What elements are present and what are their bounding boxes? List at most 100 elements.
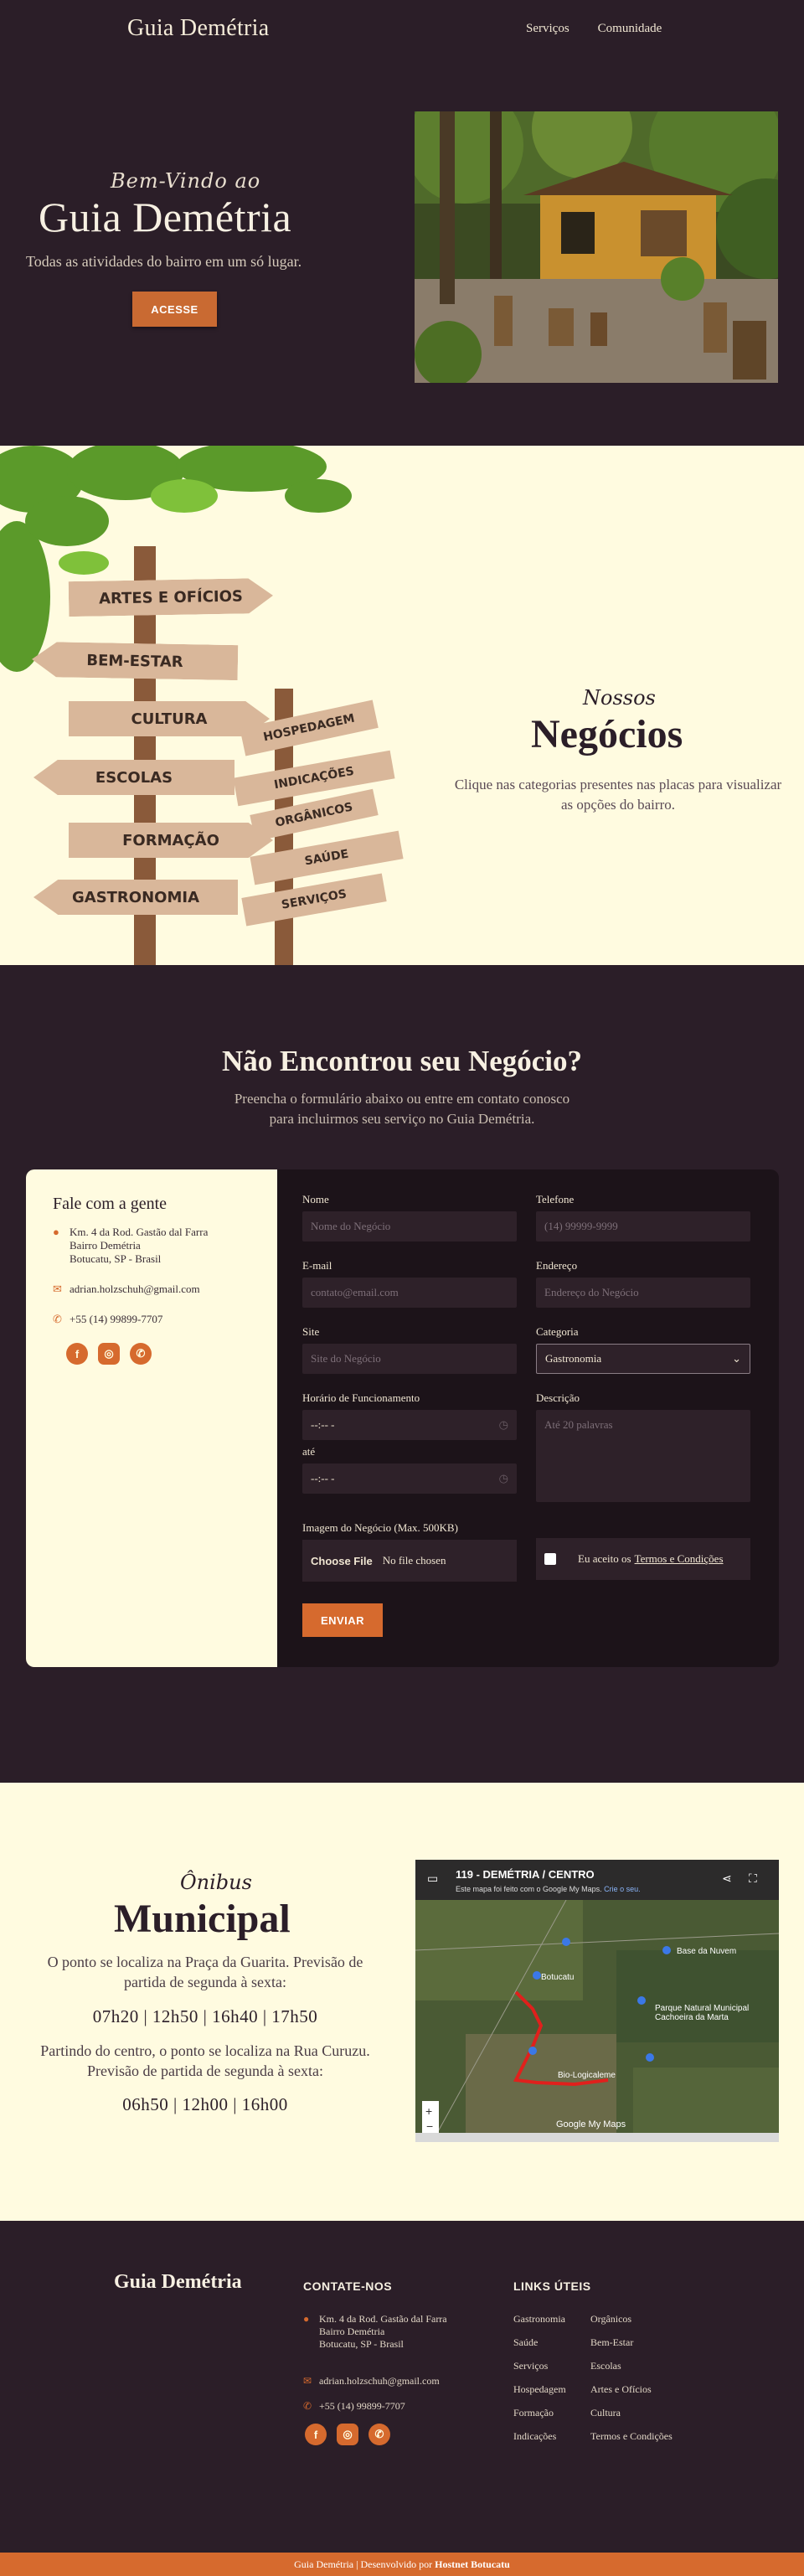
acesse-button[interactable]: ACESSE [132,292,217,327]
bus-times2: 06h50 | 12h00 | 16h00 [122,2094,288,2114]
site-input[interactable]: Site do Negócio [302,1344,517,1374]
footer-link[interactable]: Indicações [513,2430,556,2443]
sign-escolas[interactable]: ESCOLAS [34,760,234,795]
footer-links-title: LINKS ÚTEIS [513,2279,591,2293]
fullscreen-icon[interactable]: ⛶ [749,1871,757,1886]
facebook-icon[interactable]: f [305,2424,327,2445]
address-line: Km. 4 da Rod. Gastão dal Farra [70,1226,209,1238]
hero-title: Guia Demétria [39,194,292,240]
brand-logo[interactable]: Guia Demétria [127,15,270,42]
bus-times1: 07h20 | 12h50 | 16h40 | 17h50 [92,2006,318,2026]
nav-servicos[interactable]: Serviços [526,22,570,36]
enviar-button[interactable]: ENVIAR [302,1603,383,1637]
categoria-select[interactable]: Gastronomia ⌄ [536,1344,750,1374]
clock-icon[interactable]: ◷ [499,1472,508,1485]
telefone-input[interactable]: (14) 99999-9999 [536,1211,750,1242]
developer-link[interactable]: Hostnet Botucatu [435,2558,510,2571]
footer-phone-text[interactable]: +55 (14) 99899-7707 [319,2400,405,2413]
form-section: Não Encontrou seu Negócio? Preencha o fo… [0,965,804,1783]
footer-link[interactable]: Orgânicos [590,2313,631,2326]
choose-file-button[interactable]: Choose File [311,1555,373,1567]
footer-link[interactable]: Hospedagem [513,2383,566,2396]
email-text[interactable]: adrian.holzschuh@gmail.com [70,1283,200,1296]
footer-link[interactable]: Bem-Estar [590,2336,633,2349]
bus-route-map[interactable]: ▭ 119 - DEMÉTRIA / CENTRO Este mapa foi … [415,1860,779,2142]
time-start-input[interactable]: --:-- - ◷ [302,1410,517,1440]
map-title: 119 - DEMÉTRIA / CENTRO [456,1868,595,1881]
endereco-input[interactable]: Endereço do Negócio [536,1278,750,1308]
whatsapp-icon[interactable]: ✆ [130,1343,152,1365]
descricao-label: Descrição [536,1391,580,1404]
bus-p1: O ponto se localiza na Praça da Guarita.… [47,1954,363,1990]
mail-icon: ✉ [53,1283,62,1295]
clock-icon[interactable]: ◷ [499,1418,508,1432]
horario-field: Horário de Funcionamento --:-- - ◷ até -… [302,1391,517,1494]
location-pin-icon: ● [53,1226,59,1238]
address-line: Botucatu, SP - Brasil [70,1252,162,1265]
footer-link[interactable]: Serviços [513,2360,548,2372]
site-header: Guia Demétria Serviços Comunidade [0,0,804,59]
time-end-value: --:-- - [311,1472,335,1484]
file-status: No file chosen [382,1554,446,1567]
map-label: Base da Nuvem [677,1947,737,1956]
sign-formacao[interactable]: FORMAÇÃO [69,823,273,858]
contact-panel: Fale com a gente ● Km. 4 da Rod. Gastão … [26,1169,277,1667]
site-label: Site [302,1325,320,1338]
mail-icon: ✉ [303,2375,312,2387]
footer-link[interactable]: Artes e Ofícios [590,2383,652,2396]
nav-comunidade[interactable]: Comunidade [598,22,662,36]
nome-input[interactable]: Nome do Negócio [302,1211,517,1242]
instagram-icon[interactable]: ◎ [337,2424,358,2445]
sign-artes[interactable]: ARTES E OFÍCIOS [69,578,274,617]
time-end-input[interactable]: --:-- - ◷ [302,1464,517,1494]
bus-title: Municipal [114,1897,291,1941]
email-input[interactable]: contato@email.com [302,1278,517,1308]
form-section-title: Não Encontrou seu Negócio? [221,1045,583,1077]
bus-section: Ônibus Municipal O ponto se localiza na … [0,1783,804,2221]
social-links: f ◎ ✆ [66,1343,250,1365]
sign-gastronomia[interactable]: GASTRONOMIA [34,880,238,915]
footer-link[interactable]: Saúde [513,2336,538,2349]
footer-link[interactable]: Cultura [590,2407,621,2419]
footer-email-text[interactable]: adrian.holzschuh@gmail.com [319,2375,440,2388]
descricao-textarea[interactable]: Até 20 palavras [536,1410,750,1502]
map-create-link[interactable]: Crie o seu. [604,1885,641,1893]
facebook-icon[interactable]: f [66,1343,88,1365]
sign-bem-estar[interactable]: BEM-ESTAR [32,642,239,680]
imagem-label: Imagem do Negócio (Max. 500KB) [302,1521,458,1534]
footer-link[interactable]: Gastronomia [513,2313,565,2326]
address: ● Km. 4 da Rod. Gastão dal Farra Bairro … [53,1226,250,1266]
whatsapp-icon[interactable]: ✆ [368,2424,390,2445]
contact-card: Fale com a gente ● Km. 4 da Rod. Gastão … [26,1169,779,1667]
file-input[interactable]: Choose File No file chosen [302,1540,517,1582]
bus-script: Ônibus [180,1871,252,1894]
footer-link[interactable]: Formação [513,2407,554,2419]
footer-brand[interactable]: Guia Demétria [114,2271,242,2294]
map-subtitle-text: Este mapa foi feito com o Google My Maps… [456,1885,602,1893]
instagram-icon[interactable]: ◎ [98,1343,120,1365]
terms-link[interactable]: Termos e Condições [635,1552,724,1566]
footer-link[interactable]: Escolas [590,2360,621,2372]
phone-text[interactable]: +55 (14) 99899-7707 [70,1313,162,1326]
nome-field: Nome Nome do Negócio [302,1193,517,1242]
zoom-out-button[interactable]: − [426,2119,433,2133]
address-line: Bairro Demétria [70,1239,141,1252]
hero-section: Bem-Vindo ao Guia Demétria Todas as ativ… [0,59,804,446]
negocios-title: Negócios [531,712,683,756]
endereco-field: Endereço Endereço do Negócio [536,1259,750,1308]
chevron-down-icon: ⌄ [732,1352,741,1365]
negocios-script: Nossos [583,686,656,710]
sidebar-toggle-icon[interactable]: ▭ [427,1871,438,1886]
footer-email: ✉ adrian.holzschuh@gmail.com [303,2375,440,2388]
endereco-label: Endereço [536,1259,578,1272]
horario-label: Horário de Funcionamento [302,1391,420,1404]
zoom-in-button[interactable]: + [425,2104,432,2118]
footer-link[interactable]: Termos e Condições [590,2430,673,2443]
terms-checkbox[interactable] [544,1553,556,1565]
imagem-field: Imagem do Negócio (Max. 500KB) Choose Fi… [302,1521,517,1582]
contact-title: Fale com a gente [53,1195,168,1213]
share-icon[interactable]: ⋖ [722,1871,732,1886]
phone-icon: ✆ [53,1313,62,1325]
nome-label: Nome [302,1193,329,1205]
hero-script: Bem-Vindo ao [111,169,261,193]
